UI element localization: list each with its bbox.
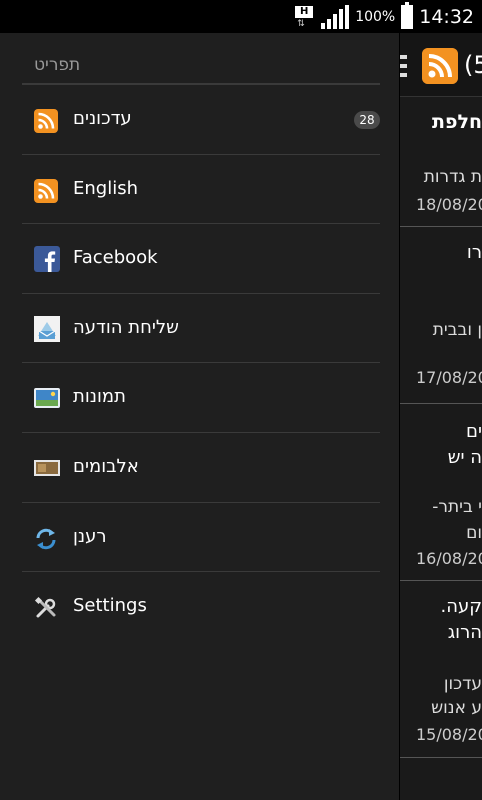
facebook-icon	[34, 246, 60, 273]
menu-item-updates[interactable]: עדכונים 28	[22, 85, 380, 155]
send-message-icon	[34, 315, 60, 342]
network-type-label: H	[295, 5, 314, 18]
news-item[interactable]: ת גדרות 18/08/20	[400, 159, 482, 227]
drawer-toggle-icon[interactable]	[400, 55, 408, 77]
drawer-header: תפריט	[22, 33, 380, 85]
main-title: (5	[464, 51, 482, 79]
menu-item-label: Facebook	[73, 247, 158, 269]
menu-item-label: עדכונים	[73, 108, 132, 129]
menu-item-refresh[interactable]: רענן	[22, 503, 380, 573]
battery-icon	[401, 1, 414, 29]
menu-item-label: Settings	[73, 595, 147, 617]
refresh-icon	[36, 528, 56, 549]
main-tab-label: חלפת	[431, 111, 482, 133]
news-item-subtitle-line2: ע אנוש	[431, 698, 482, 718]
news-item-title-line2: ה יש	[447, 447, 482, 468]
drawer-header-label: תפריט	[34, 55, 81, 75]
menu-item-label: English	[73, 177, 138, 199]
settings-icon	[34, 597, 56, 618]
news-item-subtitle: עדכון	[443, 674, 482, 694]
menu-item-albums[interactable]: אלבומים	[22, 433, 380, 503]
app-rss-icon[interactable]	[422, 48, 458, 84]
main-content: (5 חלפת ת גדרות 18/08/20 רו ן ובבית 17/0…	[400, 33, 482, 800]
news-item-date: 18/08/20	[416, 195, 482, 214]
news-item-title: קעה.	[440, 596, 482, 617]
news-item-date: 17/08/20	[416, 368, 482, 387]
news-item-date: 16/08/20	[416, 549, 482, 568]
news-item-title: ת גדרות	[423, 167, 482, 187]
menu-item-label: אלבומים	[73, 455, 139, 477]
menu-item-label: שליחת הודעה	[73, 316, 179, 338]
rss-icon	[34, 109, 58, 133]
album-icon	[34, 459, 60, 476]
menu-item-label: תמונות	[73, 386, 126, 408]
battery-percent: 100%	[355, 8, 396, 25]
news-item-title: רו	[466, 242, 482, 263]
news-item-title-line2: הרוג	[447, 622, 482, 643]
signal-strength-icon	[321, 4, 350, 29]
gallery-icon	[34, 388, 60, 409]
news-item[interactable]: רו ן ובבית 17/08/20	[400, 228, 482, 404]
news-item-subtitle-line2: ום	[466, 523, 482, 543]
menu-item-facebook[interactable]: Facebook	[22, 224, 380, 294]
menu-item-settings[interactable]: Settings	[22, 572, 380, 642]
news-item-subtitle: ן ובבית	[432, 320, 482, 340]
news-item-date: 15/08/20	[416, 725, 482, 744]
rss-icon	[34, 178, 58, 203]
news-item-subtitle: י ביתר-	[432, 497, 482, 517]
news-item[interactable]: ים ה יש י ביתר- ום 16/08/20	[400, 405, 482, 581]
menu-item-photos[interactable]: תמונות	[22, 363, 380, 433]
drawer-menu: עדכונים 28 English Facebook שליחת הודעה …	[22, 85, 380, 642]
status-bar: H ⇅ 100% 14:32	[0, 0, 482, 33]
menu-item-send-message[interactable]: שליחת הודעה	[22, 294, 380, 364]
main-tab[interactable]: חלפת	[400, 97, 482, 159]
news-item-title: ים	[466, 421, 482, 442]
navigation-drawer: תפריט עדכונים 28 English Facebook שליחת …	[0, 33, 400, 800]
main-action-bar: (5	[400, 33, 482, 97]
menu-item-label: רענן	[73, 525, 107, 547]
count-badge: 28	[354, 111, 380, 129]
menu-item-english[interactable]: English	[22, 155, 380, 225]
clock: 14:32	[419, 5, 474, 28]
news-item[interactable]: קעה. הרוג עדכון ע אנוש 15/08/20	[400, 582, 482, 758]
network-type-icon: H ⇅	[295, 4, 315, 30]
